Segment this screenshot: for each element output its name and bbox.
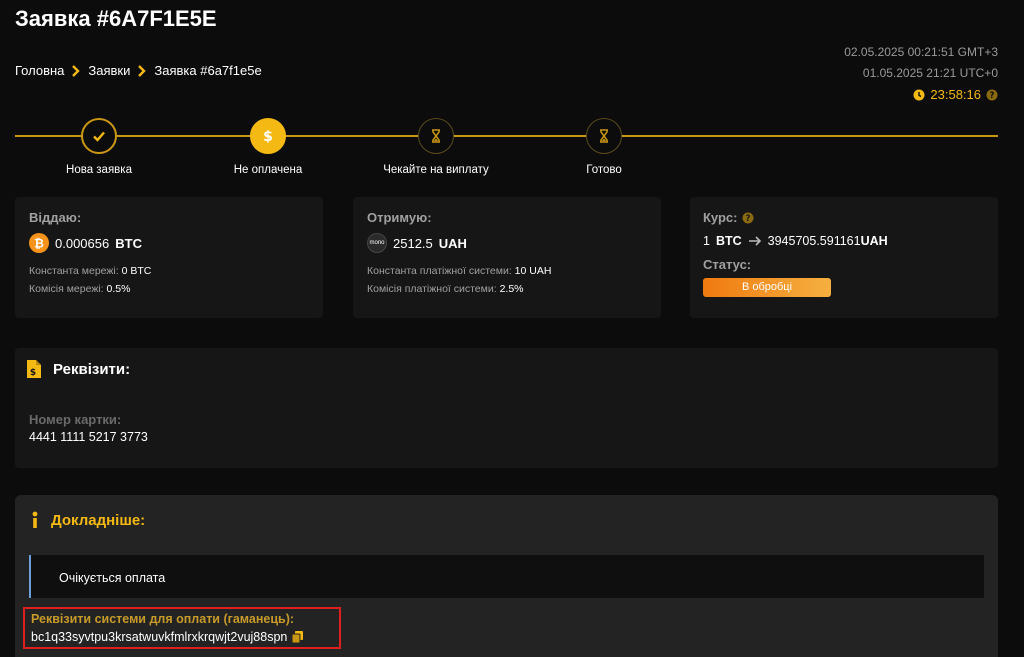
rate-to-amount: 3945705.591161: [767, 234, 861, 248]
bitcoin-icon: ₿: [29, 233, 49, 253]
order-meta: 02.05.2025 00:21:51 GMT+3 01.05.2025 21:…: [844, 42, 998, 105]
status-title: Статус:: [703, 257, 752, 272]
document-icon: $: [27, 360, 41, 378]
breadcrumb-current: Заявка #6a7f1e5e: [154, 63, 262, 78]
rate-to-currency: UAH: [860, 234, 888, 248]
payment-notice: Очікується оплата: [29, 555, 984, 598]
hourglass-icon: [586, 118, 622, 154]
receive-currency: UAH: [438, 235, 467, 251]
svg-text:₿: ₿: [34, 237, 44, 251]
give-title: Віддаю:: [29, 210, 82, 225]
give-const-value: 0 BTC: [121, 265, 152, 277]
wallet-address[interactable]: bc1q33syvtpu3krsatwuvkfmlrxkrqwjt2vuj88s…: [31, 630, 287, 644]
rate-from-currency: BTC: [715, 234, 742, 248]
wallet-label: Реквізити системи для оплати (гаманець):: [31, 612, 295, 626]
chevron-right-icon: [72, 64, 81, 77]
requisites-card: $ Реквізити: Номер картки: 4441 1111 521…: [15, 348, 998, 468]
breadcrumb: Головна Заявки Заявка #6a7f1e5e: [15, 63, 262, 78]
copy-icon[interactable]: [292, 631, 304, 643]
clock-icon: [913, 89, 925, 100]
breadcrumb-orders[interactable]: Заявки: [88, 63, 130, 78]
step-label: Не оплачена: [233, 164, 303, 176]
step-wait-payout: Чекайте на виплату: [356, 118, 516, 176]
dollar-icon: $: [250, 118, 286, 154]
step-label: Нова заявка: [66, 164, 132, 176]
arrow-right-icon: [748, 236, 761, 246]
hourglass-icon: [418, 118, 454, 154]
step-unpaid: $ Не оплачена: [188, 118, 348, 176]
svg-text:$: $: [30, 368, 36, 378]
requisites-title: Реквізити:: [53, 360, 131, 378]
check-icon: [81, 118, 117, 154]
local-time: 02.05.2025 00:21:51 GMT+3: [844, 45, 998, 59]
details-title: Докладніше:: [51, 511, 146, 529]
info-icon: [32, 511, 38, 528]
give-card: Віддаю: ₿ 0.000656 BTC Константа мережі:…: [15, 197, 323, 318]
countdown-timer: 23:58:16 ?: [844, 84, 998, 105]
utc-time: 01.05.2025 21:21 UTC+0: [862, 66, 998, 80]
chevron-right-icon: [138, 64, 147, 77]
svg-text:$: $: [263, 129, 273, 144]
timer-value: 23:58:16: [930, 87, 981, 102]
give-fee-value: 0.5%: [106, 283, 131, 295]
give-const-label: Константа мережі:: [29, 265, 119, 277]
page-title: Заявка #6A7F1E5E: [15, 6, 217, 31]
card-number-label: Номер картки:: [29, 412, 122, 427]
card-number-value: 4441 1111 5217 3773: [29, 430, 148, 444]
receive-card: Отримую: mono 2512.5 UAH Константа платі…: [353, 197, 661, 318]
receive-fee-label: Комісія платіжної системи:: [367, 283, 497, 295]
help-icon[interactable]: ?: [742, 212, 754, 224]
give-amount: 0.000656: [55, 235, 110, 251]
svg-text:?: ?: [990, 91, 995, 101]
receive-const-label: Константа платіжної системи:: [367, 265, 512, 277]
breadcrumb-home[interactable]: Головна: [15, 63, 64, 78]
wallet-highlight: Реквізити системи для оплати (гаманець):…: [23, 607, 341, 649]
step-done: Готово: [524, 118, 684, 176]
svg-text:?: ?: [745, 214, 750, 224]
receive-title: Отримую:: [367, 210, 432, 225]
rate-title: Курс:: [703, 210, 738, 225]
give-currency: BTC: [115, 235, 142, 251]
rate-from-amount: 1: [703, 234, 710, 248]
receive-fee-value: 2.5%: [499, 283, 524, 295]
step-new-order: Нова заявка: [19, 118, 179, 176]
monobank-logo-icon: mono: [367, 233, 387, 253]
receive-amount: 2512.5: [393, 235, 433, 251]
help-icon[interactable]: ?: [986, 89, 998, 101]
receive-const-value: 10 UAH: [514, 265, 552, 277]
step-label: Готово: [586, 164, 622, 176]
step-label: Чекайте на виплату: [383, 164, 489, 176]
status-badge: В обробці: [703, 278, 831, 297]
rate-card: Курс: ? 1 BTC 3945705.591161UAH Статус: …: [690, 197, 998, 318]
details-panel: Докладніше: Очікується оплата Реквізити …: [15, 495, 998, 657]
notice-text: Очікується оплата: [59, 571, 166, 585]
monobank-logo-text: mono: [369, 240, 385, 246]
give-fee-label: Комісія мережі:: [29, 283, 104, 295]
